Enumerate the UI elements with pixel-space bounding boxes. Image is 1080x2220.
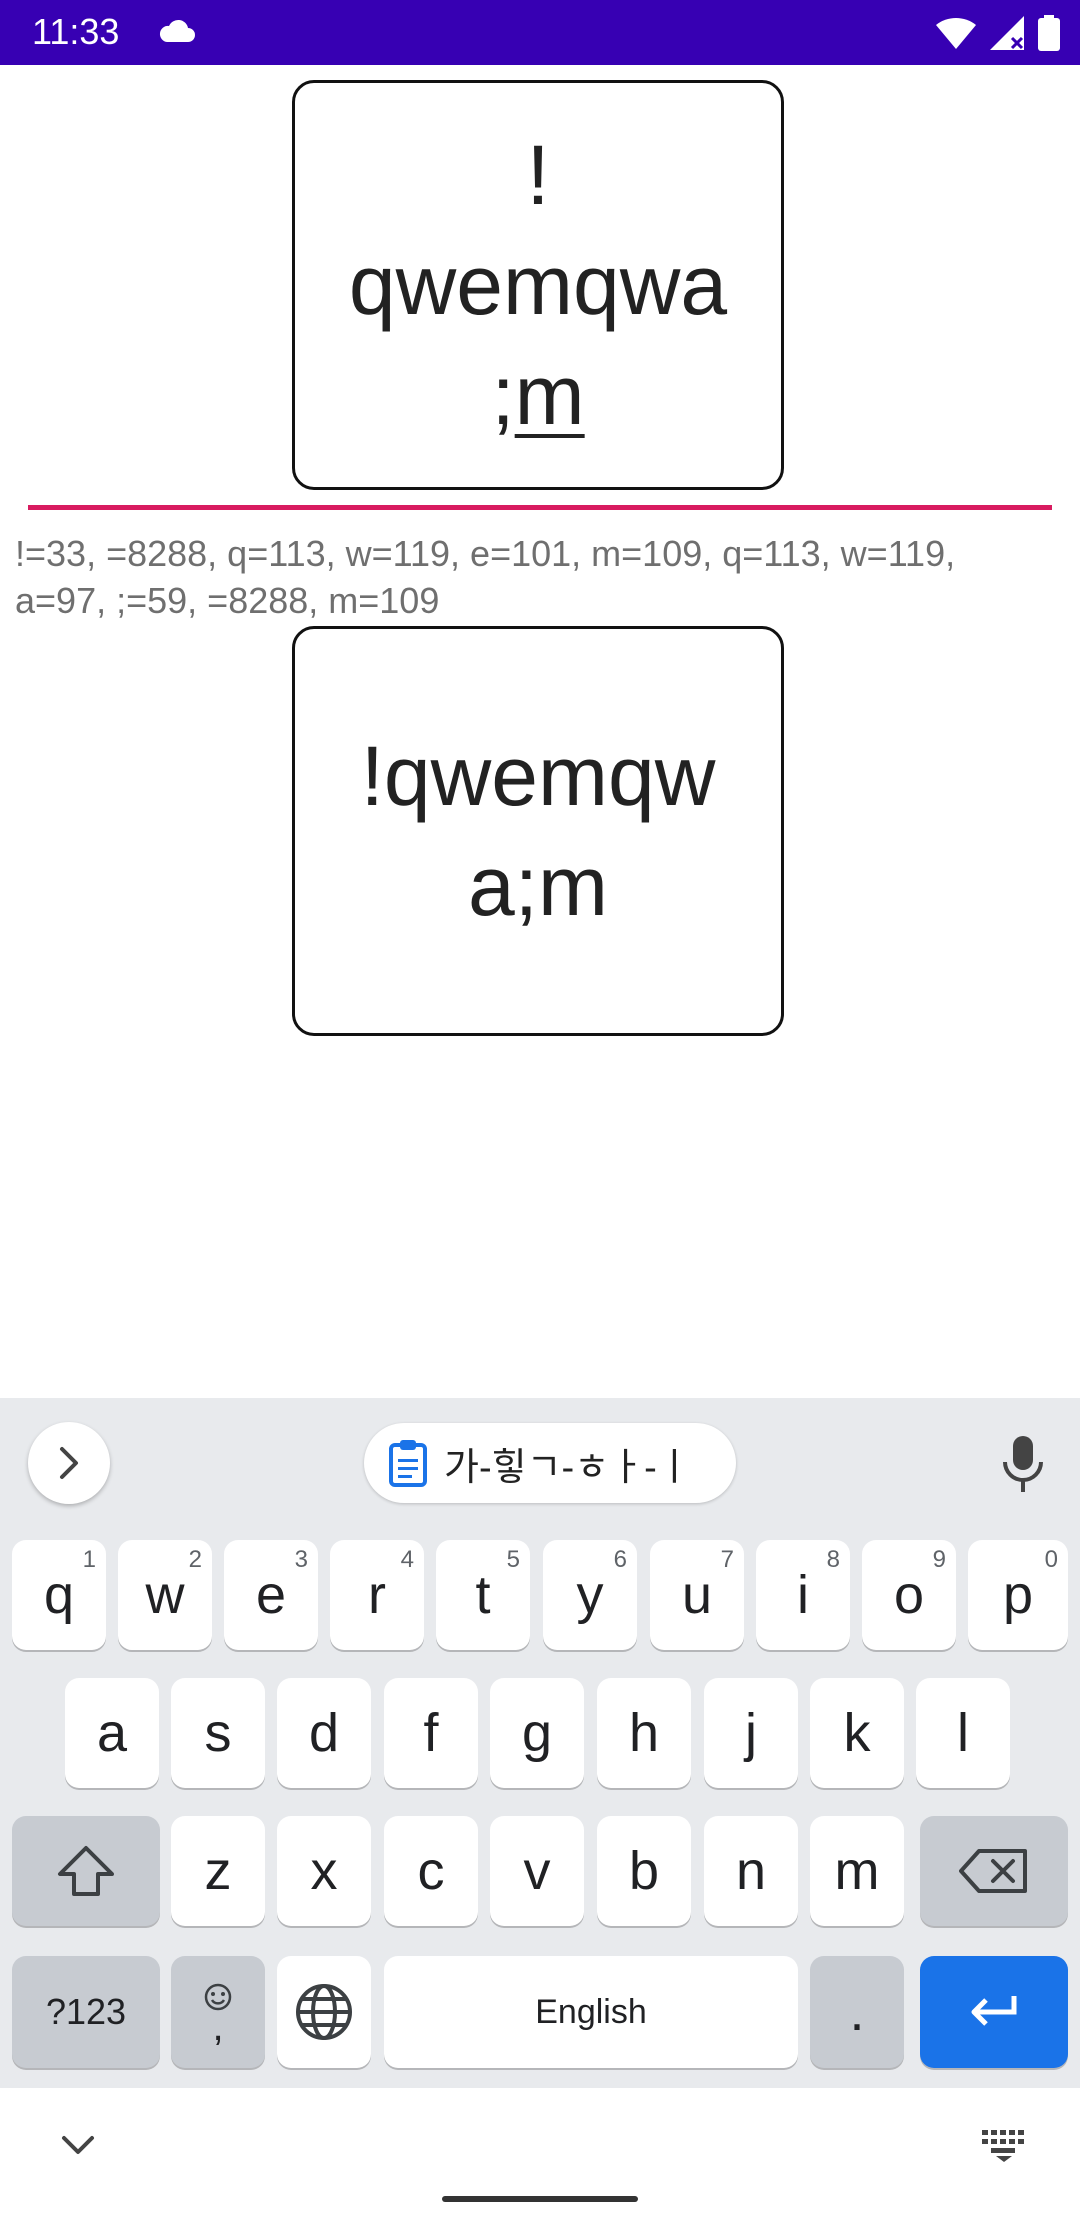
clipboard-text: 가-힣ㄱ-ㅎㅏ-ㅣ xyxy=(444,1446,692,1489)
key-label: w xyxy=(145,1565,185,1625)
key-u[interactable]: u7 xyxy=(650,1540,744,1650)
wifi-icon xyxy=(936,17,976,49)
language-key[interactable] xyxy=(277,1956,371,2068)
key-hint: 7 xyxy=(720,1546,734,1573)
key-label: e xyxy=(255,1565,287,1625)
text-display: !qwemqw a;m xyxy=(292,626,784,1036)
key-f[interactable]: f xyxy=(384,1678,478,1788)
key-b[interactable]: b xyxy=(597,1816,691,1926)
text-line: a;m xyxy=(467,839,608,933)
keyboard-switch-icon[interactable] xyxy=(980,2128,1028,2162)
expand-toolbar-button[interactable] xyxy=(28,1422,110,1504)
key-hint: 6 xyxy=(613,1546,627,1573)
char-code-readout: !=33, =8288, q=113, w=119, e=101, m=109,… xyxy=(15,533,956,621)
globe-icon xyxy=(296,1984,352,2040)
shift-key[interactable] xyxy=(12,1816,160,1926)
key-z[interactable]: z xyxy=(171,1816,265,1926)
key-hint: 0 xyxy=(1044,1546,1058,1573)
key-a[interactable]: a xyxy=(65,1678,159,1788)
backspace-icon xyxy=(959,1849,1027,1893)
key-s[interactable]: s xyxy=(171,1678,265,1788)
shift-icon xyxy=(58,1846,114,1896)
backspace-key[interactable] xyxy=(920,1816,1068,1926)
status-time: 11:33 xyxy=(32,11,120,52)
key-g[interactable]: g xyxy=(490,1678,584,1788)
key-hint: 2 xyxy=(188,1546,202,1573)
key-o[interactable]: o9 xyxy=(862,1540,956,1650)
chevron-right-icon xyxy=(60,1447,78,1479)
key-label: q xyxy=(43,1565,75,1625)
key-label: y xyxy=(576,1565,604,1625)
text-display-wrapped: ! qwemqwa ;m xyxy=(292,80,784,490)
battery-icon xyxy=(1038,15,1060,51)
key-h[interactable]: h xyxy=(597,1678,691,1788)
key-w[interactable]: w2 xyxy=(118,1540,212,1650)
cloud-icon xyxy=(159,19,195,42)
clipboard-icon xyxy=(389,1440,427,1487)
key-c[interactable]: c xyxy=(384,1816,478,1926)
key-label: p xyxy=(1002,1565,1034,1625)
signal-icon xyxy=(990,16,1024,50)
clipboard-suggestion[interactable]: 가-힣ㄱ-ㅎㅏ-ㅣ xyxy=(364,1423,736,1503)
enter-key[interactable] xyxy=(920,1956,1068,2068)
key-r[interactable]: r4 xyxy=(330,1540,424,1650)
key-d[interactable]: d xyxy=(277,1678,371,1788)
key-t[interactable]: t5 xyxy=(436,1540,530,1650)
key-l[interactable]: l xyxy=(916,1678,1010,1788)
key-y[interactable]: y6 xyxy=(543,1540,637,1650)
suggestion-bar: 가-힣ㄱ-ㅎㅏ-ㅣ xyxy=(0,1398,1080,1528)
key-n[interactable]: n xyxy=(704,1816,798,1926)
space-key[interactable]: English xyxy=(384,1956,798,2068)
hide-keyboard-icon[interactable] xyxy=(58,2130,98,2160)
key-hint: 1 xyxy=(82,1546,96,1573)
soft-keyboard: 가-힣ㄱ-ㅎㅏ-ㅣ q1 w2 e3 r4 t5 y6 u7 i8 o9 p0 … xyxy=(0,1398,1080,2088)
key-hint: 9 xyxy=(932,1546,946,1573)
period-key[interactable]: . xyxy=(810,1956,904,2068)
text-line: qwemqwa xyxy=(348,238,728,332)
navigation-bar xyxy=(0,2088,1080,2220)
key-label: i xyxy=(797,1565,809,1625)
key-v[interactable]: v xyxy=(490,1816,584,1926)
home-indicator[interactable] xyxy=(442,2196,638,2202)
comma-label: , xyxy=(212,2005,224,2049)
key-label: o xyxy=(893,1565,925,1625)
key-hint: 3 xyxy=(294,1546,308,1573)
key-e[interactable]: e3 xyxy=(224,1540,318,1650)
text-display-content: !qwemqw a;m xyxy=(361,721,716,941)
key-label: t xyxy=(475,1565,491,1625)
symbols-key[interactable]: ?123 xyxy=(12,1956,160,2068)
status-icons xyxy=(936,14,1060,52)
emoji-comma-key[interactable]: , xyxy=(171,1956,265,2068)
text-line: ! xyxy=(526,128,550,222)
key-hint: 8 xyxy=(826,1546,840,1573)
text-line: !qwemqw xyxy=(360,729,716,823)
status-bar: 11:33 xyxy=(0,0,1080,65)
key-k[interactable]: k xyxy=(810,1678,904,1788)
text-fragment: ; xyxy=(491,348,515,442)
key-hint: 5 xyxy=(506,1546,520,1573)
key-p[interactable]: p0 xyxy=(968,1540,1068,1650)
mic-icon[interactable] xyxy=(998,1434,1048,1494)
key-m[interactable]: m xyxy=(810,1816,904,1926)
key-q[interactable]: q1 xyxy=(12,1540,106,1650)
text-line: ;m xyxy=(491,340,584,450)
key-i[interactable]: i8 xyxy=(756,1540,850,1650)
enter-icon xyxy=(971,1996,1017,2026)
key-label: r xyxy=(368,1565,386,1625)
input-underline[interactable] xyxy=(28,505,1052,510)
composing-text: m xyxy=(514,348,585,442)
key-x[interactable]: x xyxy=(277,1816,371,1926)
key-label: u xyxy=(681,1565,713,1625)
key-hint: 4 xyxy=(400,1546,414,1573)
key-j[interactable]: j xyxy=(704,1678,798,1788)
